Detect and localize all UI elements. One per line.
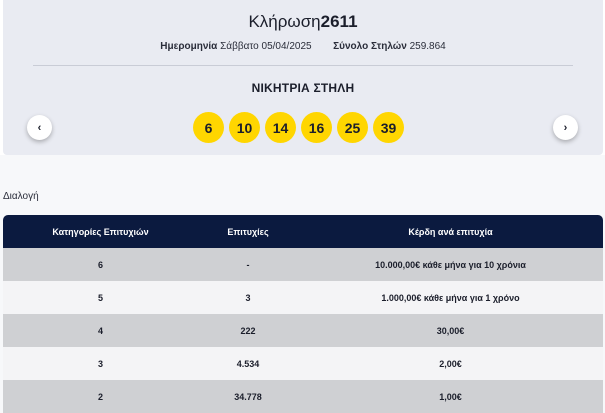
table-row: 5 3 1.000,00€ κάθε μήνα για 1 χρόνο [3, 281, 603, 314]
draw-info-panel: Κλήρωση2611 Ημερομηνία Σάββατο 05/04/202… [3, 0, 603, 155]
draw-number: 2611 [320, 12, 358, 31]
winning-ball: 6 [193, 112, 224, 143]
winning-ball: 39 [373, 112, 404, 143]
date-label: Ημερομηνία [160, 41, 218, 52]
section-label: Διαλογή [3, 191, 39, 202]
prize-cell: 2,00€ [298, 347, 603, 380]
winners-cell: 4.534 [198, 347, 298, 380]
column-header-prize: Κέρδη ανά επιτυχία [298, 215, 603, 248]
previous-draw-button[interactable]: ‹ [27, 115, 52, 140]
columns-value: 259.864 [409, 41, 446, 52]
winning-ball: 16 [301, 112, 332, 143]
winners-cell: - [198, 248, 298, 281]
prize-cell: 30,00€ [298, 314, 603, 347]
page-title: Κλήρωση2611 [3, 12, 603, 32]
table-header-row: Κατηγορίες Επιτυχιών Επιτυχίες Κέρδη ανά… [3, 215, 603, 248]
winning-ball: 10 [229, 112, 260, 143]
chevron-left-icon: ‹ [37, 121, 42, 134]
category-cell: 6 [3, 248, 198, 281]
draw-meta: Ημερομηνία Σάββατο 05/04/2025 Σύνολο Στη… [3, 41, 603, 52]
columns-label: Σύνολο Στηλών [333, 41, 407, 52]
winners-cell: 222 [198, 314, 298, 347]
prize-breakdown-table: Κατηγορίες Επιτυχιών Επιτυχίες Κέρδη ανά… [3, 215, 603, 413]
category-cell: 4 [3, 314, 198, 347]
column-header-category: Κατηγορίες Επιτυχιών [3, 215, 198, 248]
divider [33, 65, 573, 66]
winning-ball: 25 [337, 112, 368, 143]
winning-column-title: ΝΙΚΗΤΡΙΑ ΣΤΗΛΗ [251, 81, 355, 95]
prize-cell: 1.000,00€ κάθε μήνα για 1 χρόνο [298, 281, 603, 314]
table-row: 6 - 10.000,00€ κάθε μήνα για 10 χρόνια [3, 248, 603, 281]
prize-cell: 10.000,00€ κάθε μήνα για 10 χρόνια [298, 248, 603, 281]
table-row: 2 34.778 1,00€ [3, 380, 603, 413]
category-cell: 2 [3, 380, 198, 413]
winning-numbers: 6 10 14 16 25 39 [193, 112, 404, 143]
next-draw-button[interactable]: › [553, 115, 578, 140]
winners-cell: 34.778 [198, 380, 298, 413]
winning-ball: 14 [265, 112, 296, 143]
prize-cell: 1,00€ [298, 380, 603, 413]
title-prefix: Κλήρωση [248, 12, 321, 31]
date-value: Σάββατο 05/04/2025 [220, 41, 312, 52]
category-cell: 5 [3, 281, 198, 314]
table-row: 4 222 30,00€ [3, 314, 603, 347]
table-row: 3 4.534 2,00€ [3, 347, 603, 380]
category-cell: 3 [3, 347, 198, 380]
winners-cell: 3 [198, 281, 298, 314]
chevron-right-icon: › [563, 121, 568, 134]
column-header-winners: Επιτυχίες [198, 215, 298, 248]
